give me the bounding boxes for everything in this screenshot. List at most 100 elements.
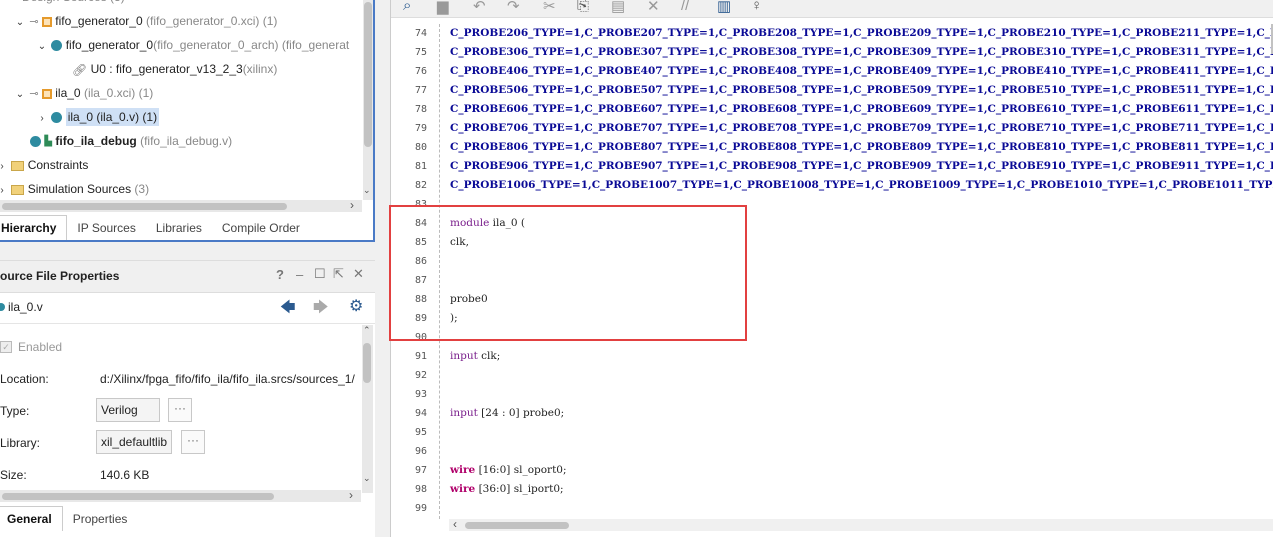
code-line[interactable]: C_PROBE406_TYPE=1,C_PROBE407_TYPE=1,C_PR… xyxy=(450,62,1273,81)
tree-row-u0[interactable]: 🔗︎ U0 : fifo_generator_v13_2_3(xilinx) xyxy=(72,58,277,80)
enabled-checkbox[interactable]: ✓ xyxy=(0,341,12,353)
chevron-down-icon[interactable]: ⌄ xyxy=(363,473,371,484)
code-line[interactable]: C_PROBE206_TYPE=1,C_PROBE207_TYPE=1,C_PR… xyxy=(450,24,1273,43)
lightbulb-icon[interactable]: ♀ xyxy=(751,0,762,14)
line-number: 82 xyxy=(414,180,427,191)
code-line[interactable]: C_PROBE506_TYPE=1,C_PROBE507_TYPE=1,C_PR… xyxy=(450,81,1273,100)
line-number: 79 xyxy=(414,123,427,134)
scroll-thumb[interactable] xyxy=(363,343,371,383)
scroll-thumb[interactable] xyxy=(465,522,569,529)
library-browse-button[interactable]: ··· xyxy=(181,430,205,454)
line-number: 95 xyxy=(414,427,427,438)
tab-libraries[interactable]: Libraries xyxy=(146,216,212,240)
type-browse-button[interactable]: ··· xyxy=(168,398,192,422)
back-arrow-icon[interactable]: 🡄 xyxy=(280,297,296,322)
module-icon xyxy=(51,40,63,52)
close-icon[interactable]: ✕ xyxy=(353,266,364,282)
tree-vscrollbar[interactable]: ⌄ xyxy=(363,0,373,200)
tree-row-suffix: (fifo_generator_0_arch) (fifo_generat xyxy=(153,38,350,52)
tree-row-fifo-ila-debug[interactable]: ▙ fifo_ila_debug (fifo_ila_debug.v) xyxy=(30,130,232,152)
code-line[interactable]: C_PROBE306_TYPE=1,C_PROBE307_TYPE=1,C_PR… xyxy=(450,43,1273,62)
gear-icon[interactable]: ⚙ xyxy=(349,296,363,316)
tree-row-ila-v[interactable]: › ila_0 (ila_0.v) (1) xyxy=(36,106,160,130)
tab-properties[interactable]: Properties xyxy=(63,507,138,531)
copy-icon[interactable]: ⎘ xyxy=(577,0,589,14)
location-value: d:/Xilinx/fpga_fifo/fifo_ila/fifo_ila.sr… xyxy=(100,372,355,386)
sources-tree: Design Sources (3) ⌄ ⊸ fifo_generator_0 … xyxy=(0,0,375,242)
code-line[interactable]: C_PROBE706_TYPE=1,C_PROBE707_TYPE=1,C_PR… xyxy=(450,119,1273,138)
code-line[interactable]: C_PROBE606_TYPE=1,C_PROBE607_TYPE=1,C_PR… xyxy=(450,100,1273,119)
paste-icon[interactable]: ▤ xyxy=(611,0,625,15)
line-number: 81 xyxy=(414,161,427,172)
panel-title: ource File Properties xyxy=(0,269,120,283)
comment-icon[interactable]: // xyxy=(681,0,689,14)
props-hscrollbar[interactable]: › xyxy=(0,488,361,502)
tree-hscrollbar[interactable]: › xyxy=(0,198,362,212)
restore-icon[interactable]: ☐ xyxy=(314,266,326,282)
editor-hscrollbar[interactable]: ‹ xyxy=(449,517,1273,531)
type-field[interactable]: Verilog xyxy=(96,398,160,422)
undo-icon[interactable]: ↶ xyxy=(473,0,486,15)
enabled-label: Enabled xyxy=(18,340,63,354)
help-icon[interactable]: ? xyxy=(276,267,284,282)
cut-icon[interactable]: ✂ xyxy=(543,0,556,15)
code-line[interactable]: wire [36:0] sl_iport0; xyxy=(450,480,564,499)
tree-row-constraints[interactable]: › Constraints xyxy=(0,154,88,176)
tree-row-name: Simulation Sources xyxy=(27,182,132,196)
code-line[interactable]: C_PROBE906_TYPE=1,C_PROBE907_TYPE=1,C_PR… xyxy=(450,157,1273,176)
tree-row-suffix: (fifo_ila_debug.v) xyxy=(136,134,233,148)
chevron-left-icon[interactable]: ‹ xyxy=(453,517,457,531)
line-number: 76 xyxy=(414,66,427,77)
line-number: 74 xyxy=(414,28,427,39)
tree-row-ila-xci[interactable]: ⌄ ⊸ ila_0 (ila_0.xci) (1) xyxy=(14,82,154,106)
library-field[interactable]: xil_defaultlib xyxy=(96,430,172,454)
scroll-thumb[interactable] xyxy=(364,2,372,147)
chevron-down-icon[interactable]: ⌄ xyxy=(14,84,26,106)
line-number: 93 xyxy=(414,389,427,400)
tab-general[interactable]: General xyxy=(0,506,63,531)
redo-icon[interactable]: ↷ xyxy=(507,0,520,15)
tree-row-fifo-arch[interactable]: ⌄ fifo_generator_0(fifo_generator_0_arch… xyxy=(36,34,349,56)
code-line[interactable]: wire [16:0] sl_oport0; xyxy=(450,461,567,480)
chevron-down-icon[interactable]: ⌄ xyxy=(363,185,371,196)
library-label: Library: xyxy=(0,436,41,450)
chevron-right-icon[interactable]: › xyxy=(349,488,353,502)
source-tabs: Hierarchy IP Sources Libraries Compile Orde… xyxy=(0,215,310,240)
tree-row-design-sources[interactable]: Design Sources (3) xyxy=(22,0,125,8)
line-number: 94 xyxy=(414,408,427,419)
tree-row-suffix: (ila_0.xci) (1) xyxy=(80,86,154,100)
chevron-right-icon[interactable]: › xyxy=(36,108,48,130)
chevron-up-icon[interactable]: ⌃ xyxy=(363,325,371,336)
line-number: 80 xyxy=(414,142,427,153)
tab-ip-sources[interactable]: IP Sources xyxy=(67,216,145,240)
code-line[interactable]: input clk; xyxy=(450,347,500,366)
selected-item: ila_0 (ila_0.v) (1) xyxy=(65,108,160,126)
chevron-right-icon[interactable]: › xyxy=(350,198,354,212)
forward-arrow-icon[interactable]: 🡆 xyxy=(313,297,329,322)
template-icon[interactable]: ▥ xyxy=(717,0,731,15)
chevron-down-icon[interactable]: ⌄ xyxy=(14,12,26,34)
scroll-thumb[interactable] xyxy=(2,203,287,210)
props-vscrollbar[interactable]: ⌃ ⌄ xyxy=(362,325,373,493)
chevron-down-icon[interactable]: ⌄ xyxy=(36,36,48,58)
chevron-right-icon[interactable]: › xyxy=(0,156,8,178)
tab-hierarchy[interactable]: Hierarchy xyxy=(0,215,68,240)
code-line[interactable]: C_PROBE1006_TYPE=1,C_PROBE1007_TYPE=1,C_… xyxy=(450,176,1273,195)
module-icon xyxy=(30,136,41,148)
delete-icon[interactable]: ✕ xyxy=(647,0,660,15)
props-tabs: General Properties xyxy=(0,506,138,531)
float-icon[interactable]: ⇱ xyxy=(333,266,344,282)
save-icon[interactable]: ▆ xyxy=(437,0,449,15)
hierarchy-icon: ⊸ xyxy=(29,15,39,28)
tree-row-name: Constraints xyxy=(27,158,89,172)
code-line[interactable]: input [24 : 0] probe0; xyxy=(450,404,564,423)
chevron-right-icon[interactable]: › xyxy=(0,180,8,202)
search-icon[interactable]: ⌕ xyxy=(403,0,411,14)
code-line[interactable]: C_PROBE806_TYPE=1,C_PROBE807_TYPE=1,C_PR… xyxy=(450,138,1273,157)
editor-toolbar: ⌕ ▆ ↶ ↷ ✂ ⎘ ▤ ✕ // ▥ ♀ xyxy=(391,0,1273,18)
tree-row-simulation-sources[interactable]: › Simulation Sources (3) xyxy=(0,178,149,200)
tab-compile-order[interactable]: Compile Order xyxy=(212,216,310,240)
scroll-thumb[interactable] xyxy=(2,493,274,500)
minimize-icon[interactable]: – xyxy=(296,267,303,282)
tree-row-fifo-xci[interactable]: ⌄ ⊸ fifo_generator_0 (fifo_generator_0.x… xyxy=(14,10,278,34)
